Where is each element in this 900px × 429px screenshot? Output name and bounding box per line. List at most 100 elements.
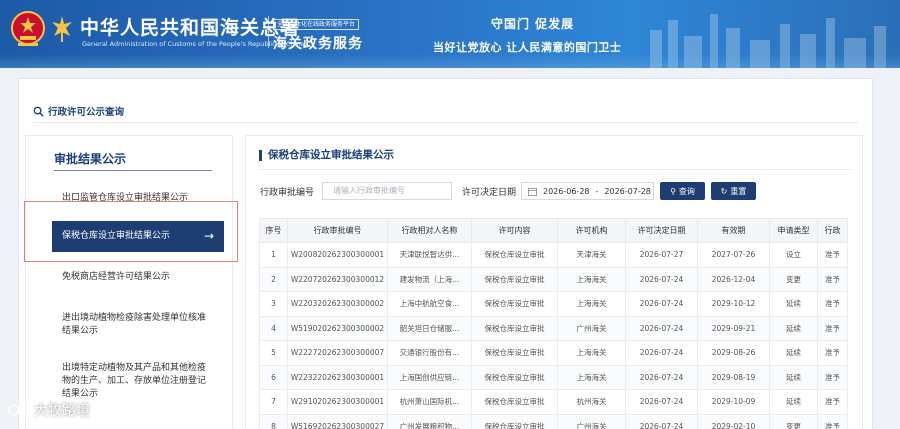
table-cell: 8 [259,413,288,429]
customs-badge-icon [52,16,72,42]
watermark: 大牧路境 [8,400,90,420]
table-cell: 2026-07-24 [625,364,698,390]
col-header-party-name: 行政相对人名称 [387,218,472,243]
table-cell: 2026-07-24 [625,413,698,429]
date-end: 2026-07-28 [604,186,651,196]
table-cell: 保税仓库设立审批 [471,389,558,415]
col-header-index: 序号 [259,218,288,243]
panel-title: 保税仓库设立审批结果公示 [259,150,394,161]
table-cell: 准予 [817,413,848,429]
table-cell: W519020262300300002 [287,315,388,341]
table-cell: 延续 [769,340,818,366]
col-header-validity: 有效期 [697,218,770,243]
search-icon: ⚲ [670,186,676,196]
table-row[interactable]: 2 W220720262300300012 建发物流（上海... 保税仓库设立审批 上海… [259,266,848,292]
table-cell: 2029-09-21 [697,315,770,341]
breadcrumb-divider [33,122,858,123]
col-header-decision-date: 许可决定日期 [625,218,698,243]
table-cell: 延续 [769,291,818,317]
table-row[interactable]: 4 W519020262300300002 韶关坦日仓储服... 保税仓库设立审批 广州… [259,315,848,341]
table-cell: 保税仓库设立审批 [471,340,558,366]
table-row[interactable]: 6 W223220262300300001 上海国创供应链... 保税仓库设立审批 上海… [259,364,848,390]
table-cell: W291020262300300001 [287,389,388,415]
table-cell: 天津联悦智达供... [387,242,472,268]
panel-title-divider [259,169,851,170]
table-cell: 2029-08-19 [697,364,770,390]
table-cell: 2026-12-04 [697,266,770,292]
table-cell: 准予 [817,340,848,366]
table-cell: 韶关坦日仓储服... [387,315,472,341]
col-header-approval-no: 行政审批编号 [287,218,388,243]
sidebar-item-export-registration[interactable]: 出境特定动植物及其产品和其他检疫物的生产、加工、存放单位注册登记结果公示 [62,362,212,401]
table-row[interactable]: 3 W220320262300300002 上海中航航空食... 保税仓库设立审批 上海… [259,291,848,317]
table-row[interactable]: 1 W200820262300300001 天津联悦智达供... 保税仓库设立审批 天津… [259,242,848,268]
table-cell: 5 [259,340,288,366]
table-cell: W200820262300300001 [287,242,388,268]
table-cell: 2026-07-24 [625,389,698,415]
slogan-secondary: 当好让党放心 让人民满意的国门卫士 [433,41,622,54]
table-cell: 上海海关 [557,291,626,317]
approval-no-input[interactable]: 请输入行政审批编号 [322,182,452,200]
header-separator [268,16,269,48]
sidebar: 审批结果公示 出口监管仓库设立审批结果公示 保税仓库设立审批结果公示 → 免税商… [25,135,233,429]
table-row[interactable]: 7 W291020262300300001 杭州萧山国际机... 保税仓库设立审批 杭州… [259,389,848,415]
results-table: 序号 行政审批编号 行政相对人名称 许可内容 许可机构 许可决定日期 有效期 申… [259,218,848,429]
table-cell: 2 [259,266,288,292]
table-cell: 延续 [769,364,818,390]
sidebar-item-label: 进出境动植物检疫除害处理单位核准结果公示 [62,313,207,336]
reset-button-label: 重置 [730,186,747,196]
table-cell: 交通银行股份有... [387,340,472,366]
approval-no-label: 行政审批编号 [260,188,315,198]
date-start: 2026-06-28 [543,186,590,196]
table-cell: 广州海关 [557,315,626,341]
col-header-authority: 许可机构 [557,218,626,243]
table-cell: 上海海关 [557,364,626,390]
highlight-annotation [24,201,238,262]
table-cell: 3 [259,291,288,317]
site-title-en: General Administration of Customs of the… [82,40,305,48]
table-row[interactable]: 8 W516920262300300027 广州发展粮积物... 保税仓库设立审批 广州… [259,413,848,429]
table-cell: W220320262300300002 [287,291,388,317]
calendar-icon [528,187,537,196]
table-cell: 准予 [817,266,848,292]
table-cell: 延续 [769,315,818,341]
search-button[interactable]: ⚲ 查询 [660,182,705,200]
table-row[interactable]: 5 W222720262300300007 交通银行股份有... 保税仓库设立审批 上海… [259,340,848,366]
table-cell: 广州发展粮积物... [387,413,472,429]
table-cell: 广州海关 [557,413,626,429]
table-cell: 保税仓库设立审批 [471,364,558,390]
table-header-row: 序号 行政审批编号 行政相对人名称 许可内容 许可机构 许可决定日期 有效期 申… [259,218,848,243]
table-body: 1 W200820262300300001 天津联悦智达供... 保税仓库设立审批 天津… [259,242,848,429]
table-cell: W220720262300300012 [287,266,388,292]
decision-date-range[interactable]: 2026-06-28 - 2026-07-28 [521,182,654,200]
table-cell: 准予 [817,389,848,415]
table-cell: 建发物流（上海... [387,266,472,292]
table-cell: 保税仓库设立审批 [471,266,558,292]
table-cell: 准予 [817,364,848,390]
table-cell: 4 [259,315,288,341]
national-emblem-icon [11,11,45,46]
main-container: 行政许可公示查询 审批结果公示 出口监管仓库设立审批结果公示 保税仓库设立审批结… [18,78,873,429]
table-cell: 保税仓库设立审批 [471,291,558,317]
watermark-logo-icon [8,404,29,416]
site-title: 中华人民共和国海关总署 [80,17,301,39]
sidebar-title-underline [54,170,212,171]
table-cell: 设立 [769,242,818,268]
platform-name: 海关政务服务 [273,36,363,52]
col-header-admin: 行政 [817,218,848,243]
slogan-primary: 守国门 促发展 [491,17,575,31]
table-cell: 2026-07-24 [625,340,698,366]
table-cell: W222720262300300007 [287,340,388,366]
watermark-text: 大牧路境 [34,403,90,419]
table-cell: 2029-10-12 [697,291,770,317]
breadcrumb-label[interactable]: 行政许可公示查询 [48,104,124,118]
table-cell: 准予 [817,291,848,317]
table-cell: 2029-02-10 [697,413,770,429]
decision-date-label: 许可决定日期 [462,188,517,198]
reset-button[interactable]: ↻ 重置 [711,182,756,200]
table-cell: W223220262300300001 [287,364,388,390]
table-cell: 杭州萧山国际机... [387,389,472,415]
date-separator: - [595,186,599,196]
sidebar-item-duty-free[interactable]: 免税商店经营许可结果公示 [62,271,212,284]
sidebar-item-quarantine-unit[interactable]: 进出境动植物检疫除害处理单位核准结果公示 [62,312,212,338]
